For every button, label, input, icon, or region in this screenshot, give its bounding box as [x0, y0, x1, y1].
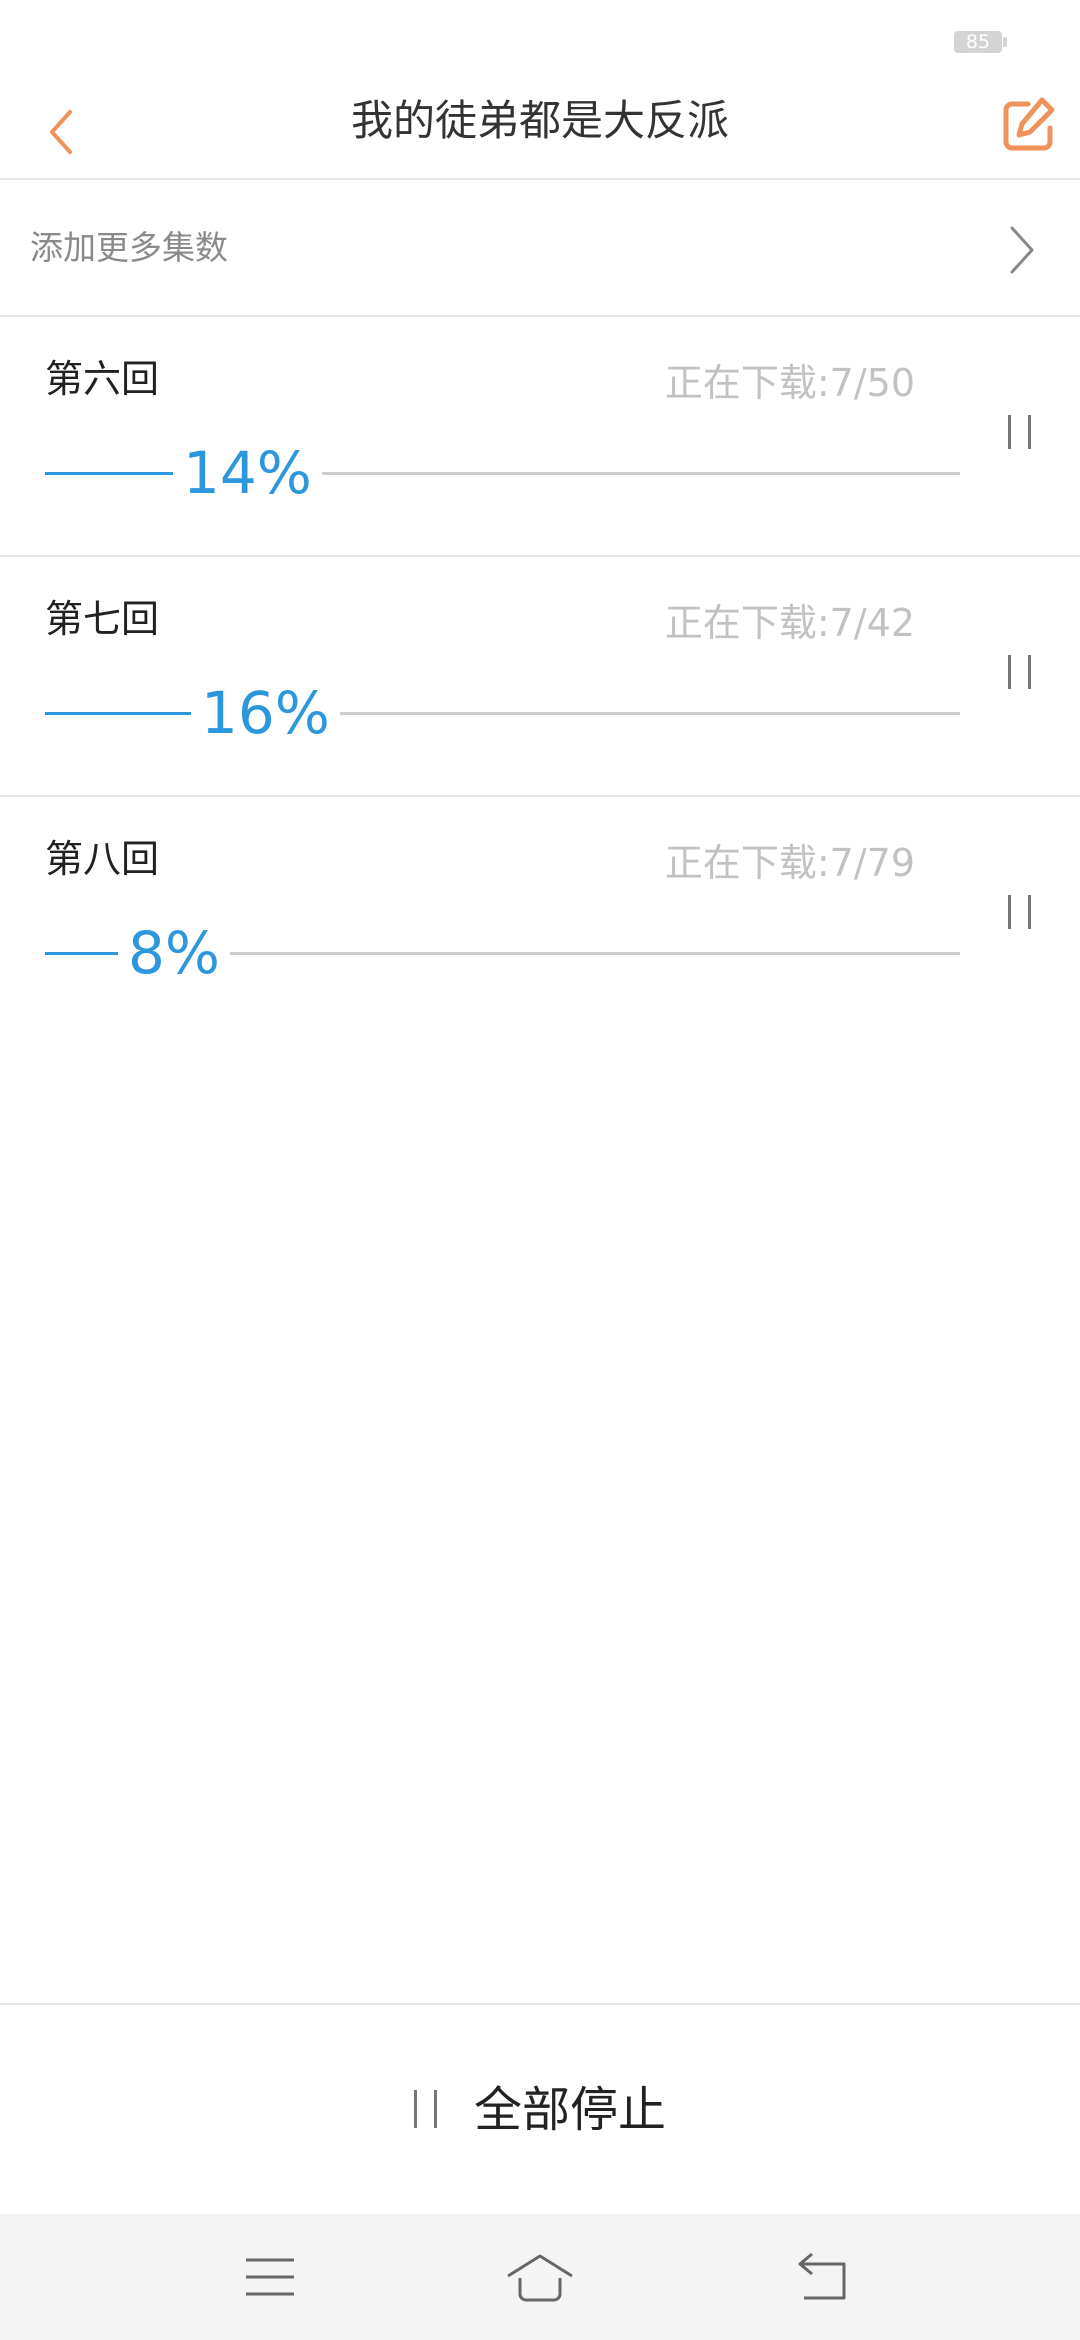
chevron-left-icon — [50, 110, 72, 154]
progress-fill — [45, 712, 191, 715]
nav-back-button[interactable] — [784, 2242, 864, 2312]
progress-fill — [45, 952, 118, 955]
progress-fill — [45, 472, 173, 475]
stop-all-button[interactable]: 全部停止 — [400, 2070, 700, 2150]
battery-level: 85 — [965, 31, 991, 53]
download-item[interactable]: 第八回 正在下载:7/79 8% — [0, 797, 1080, 1035]
download-item[interactable]: 第七回 正在下载:7/42 16% — [0, 557, 1080, 797]
pause-button[interactable] — [1000, 647, 1040, 697]
download-status: 正在下载:7/50 — [664, 361, 915, 405]
footer-divider — [0, 2003, 1080, 2005]
status-bar: 85 — [0, 0, 1080, 80]
battery-indicator: 85 — [954, 31, 1007, 53]
progress-bar: 8% — [45, 917, 960, 989]
edit-button[interactable] — [994, 90, 1064, 160]
episode-title: 第八回 — [45, 837, 160, 881]
progress-percent: 16% — [201, 679, 330, 747]
nav-menu-button[interactable] — [230, 2242, 310, 2312]
progress-percent: 8% — [128, 919, 221, 987]
download-item[interactable]: 第六回 正在下载:7/50 14% — [0, 317, 1080, 557]
download-status: 正在下载:7/79 — [664, 841, 915, 885]
page-title: 我的徒弟都是大反派 — [350, 96, 729, 145]
progress-percent: 14% — [183, 439, 312, 507]
add-more-episodes-row[interactable]: 添加更多集数 — [0, 180, 1080, 317]
edit-icon — [1003, 97, 1055, 151]
progress-track — [339, 712, 960, 715]
pause-button[interactable] — [1000, 887, 1040, 937]
progress-track — [230, 952, 960, 955]
progress-bar: 14% — [45, 437, 960, 509]
stop-all-label: 全部停止 — [474, 2082, 667, 2138]
menu-icon — [246, 2258, 294, 2296]
download-status: 正在下载:7/42 — [664, 601, 915, 645]
add-more-label: 添加更多集数 — [30, 228, 228, 267]
episode-title: 第七回 — [45, 597, 160, 641]
chevron-right-icon — [1010, 226, 1034, 274]
back-icon — [798, 2252, 846, 2300]
progress-track — [321, 472, 960, 475]
episode-title: 第六回 — [45, 357, 160, 401]
back-button[interactable] — [30, 94, 100, 164]
nav-home-button[interactable] — [500, 2242, 580, 2312]
system-nav-bar — [0, 2214, 1080, 2340]
pause-icon — [412, 2090, 442, 2130]
header: 我的徒弟都是大反派 — [0, 80, 1080, 180]
home-icon — [507, 2254, 573, 2302]
pause-button[interactable] — [1000, 407, 1040, 457]
progress-bar: 16% — [45, 677, 960, 749]
